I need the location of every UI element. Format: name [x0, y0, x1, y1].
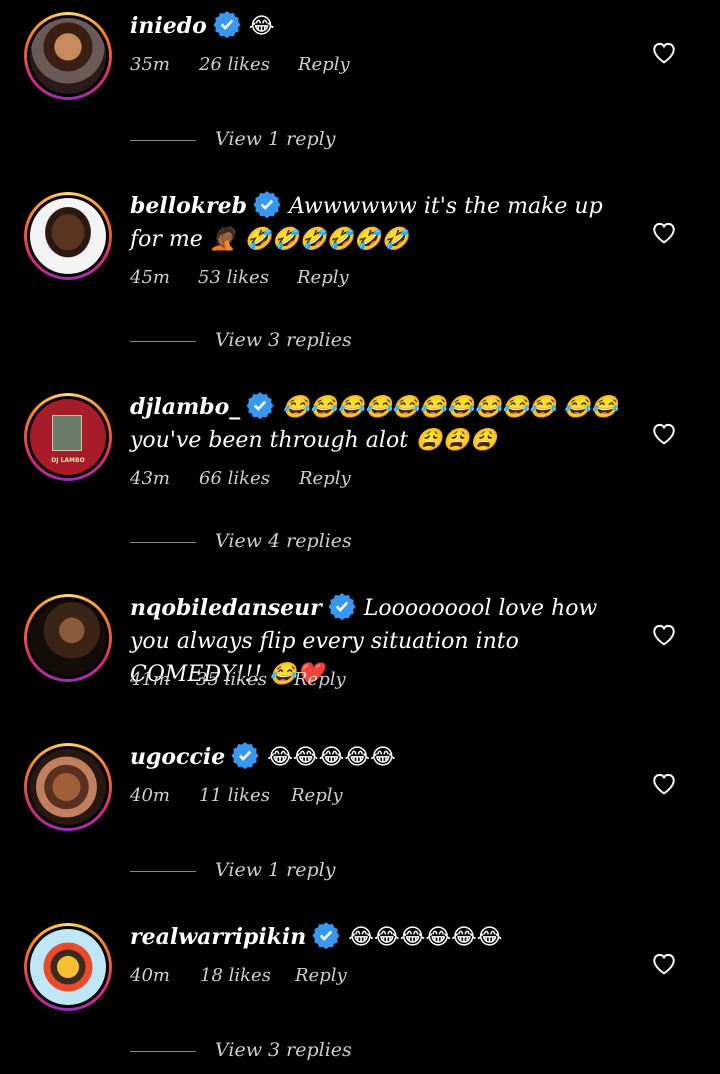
- comment-username[interactable]: iniedo: [130, 13, 207, 39]
- avatar[interactable]: [24, 743, 112, 831]
- heart-outline-icon[interactable]: [651, 771, 677, 795]
- divider-line: [130, 871, 196, 872]
- verified-badge-icon: [213, 11, 241, 38]
- heart-outline-icon[interactable]: [651, 421, 677, 445]
- view-replies-label: View 1 reply: [215, 859, 336, 881]
- comment-likes[interactable]: 26 likes: [199, 54, 270, 75]
- reply-button[interactable]: Reply: [299, 468, 351, 489]
- comment-time: 43m: [130, 468, 170, 489]
- divider-line: [130, 341, 196, 342]
- comment-body: bellokreb Awwwwww it's the make up for me…: [130, 190, 620, 256]
- reply-button[interactable]: Reply: [295, 965, 347, 986]
- heart-outline-icon[interactable]: [651, 622, 677, 646]
- comment-username[interactable]: ugoccie: [130, 744, 225, 770]
- comment-likes[interactable]: 18 likes: [200, 965, 271, 986]
- avatar[interactable]: [24, 594, 112, 682]
- view-replies-label: View 1 reply: [215, 128, 336, 150]
- heart-outline-icon[interactable]: [651, 40, 677, 64]
- comment-likes[interactable]: 53 likes: [198, 267, 269, 288]
- comment-body: realwarripikin 😂😂😂😂😂😂: [130, 921, 620, 954]
- comment-time: 41m: [130, 669, 170, 690]
- avatar[interactable]: [24, 12, 112, 100]
- verified-badge-icon: [328, 593, 356, 620]
- comment-time: 45m: [130, 267, 170, 288]
- comment-time: 40m: [130, 785, 170, 806]
- comment-username[interactable]: nqobiledanseur: [130, 595, 322, 621]
- heart-outline-icon[interactable]: [651, 951, 677, 975]
- view-replies-label: View 3 replies: [215, 1039, 352, 1061]
- comment-likes[interactable]: 35 likes: [196, 669, 267, 690]
- avatar[interactable]: [24, 923, 112, 1011]
- verified-badge-icon: [246, 392, 274, 419]
- comment-time: 40m: [130, 965, 170, 986]
- comment-body: iniedo 😂: [130, 10, 620, 43]
- avatar-art: [52, 415, 82, 451]
- avatar[interactable]: [24, 192, 112, 280]
- heart-outline-icon[interactable]: [651, 220, 677, 244]
- verified-badge-icon: [312, 922, 340, 949]
- comment-text: 😂: [248, 14, 275, 39]
- divider-line: [130, 140, 196, 141]
- comment-username[interactable]: djlambo_: [130, 394, 240, 420]
- comment-likes[interactable]: 11 likes: [199, 785, 270, 806]
- comment-time: 35m: [130, 54, 170, 75]
- comment-text: 😂😂😂😂😂: [267, 745, 396, 770]
- verified-badge-icon: [253, 191, 281, 218]
- view-replies-label: View 3 replies: [215, 329, 352, 351]
- comment-text: 😂😂😂😂😂😂: [348, 925, 503, 950]
- avatar-caption: DJ LAMBO: [51, 457, 85, 464]
- comment-body: djlambo_ 😂😂😂😂😂😂😂😂😂😂 😂😂 you've been throug…: [130, 391, 620, 457]
- divider-line: [130, 1051, 196, 1052]
- verified-badge-icon: [231, 742, 259, 769]
- reply-button[interactable]: Reply: [291, 785, 343, 806]
- comment-likes[interactable]: 66 likes: [199, 468, 270, 489]
- reply-button[interactable]: Reply: [294, 669, 346, 690]
- comment-body: ugoccie 😂😂😂😂😂: [130, 741, 620, 774]
- avatar[interactable]: DJ LAMBO: [24, 393, 112, 481]
- view-replies-label: View 4 replies: [215, 530, 352, 552]
- comment-username[interactable]: bellokreb: [130, 193, 247, 219]
- reply-button[interactable]: Reply: [297, 267, 349, 288]
- reply-button[interactable]: Reply: [298, 54, 350, 75]
- divider-line: [130, 542, 196, 543]
- comment-username[interactable]: realwarripikin: [130, 924, 306, 950]
